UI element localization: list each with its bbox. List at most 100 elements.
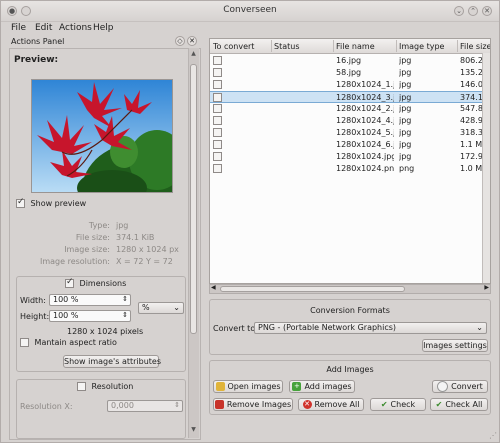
remove-all-icon: ✕: [302, 400, 312, 409]
dimensions-header: Dimensions: [65, 277, 127, 288]
check-button[interactable]: ✔ Check: [370, 398, 426, 411]
minimize-icon[interactable]: ⌄: [454, 6, 464, 16]
menu-actions[interactable]: Actions: [59, 23, 92, 33]
table-row[interactable]: 1280x1024_4.j...jpg428.9 KiB: [210, 115, 490, 127]
row-file-name: 1280x1024_6.j...: [336, 140, 394, 149]
width-label: Width:: [20, 296, 46, 305]
scroll-left-icon[interactable]: ◀: [211, 284, 216, 291]
column-file-name[interactable]: File name: [336, 42, 375, 51]
scroll-right-icon[interactable]: ▶: [484, 284, 489, 291]
table-row[interactable]: 1280x1024_2.j...jpg547.8 KiB: [210, 103, 490, 115]
info-imagesize-label: Image size:: [64, 245, 110, 254]
check-all-button[interactable]: ✔ Check All: [430, 398, 488, 411]
convert-label: Convert: [451, 382, 483, 391]
dimensions-checkbox[interactable]: [65, 277, 74, 288]
dimensions-group: Dimensions Width: 100 % ⇕ % ⌄ Height: 10…: [16, 276, 186, 372]
actions-panel-header: Actions Panel: [11, 37, 65, 46]
remove-all-button[interactable]: ✕ Remove All: [298, 398, 364, 411]
preview-label: Preview:: [14, 55, 59, 65]
pixels-text: 1280 x 1024 pixels: [67, 327, 144, 336]
info-type-value: jpg: [116, 221, 129, 230]
row-convert-checkbox[interactable]: [213, 128, 222, 137]
remove-images-label: Remove Images: [226, 400, 292, 409]
row-image-type: jpg: [399, 116, 412, 125]
row-convert-checkbox[interactable]: [213, 80, 222, 89]
folder-icon: [215, 382, 225, 391]
table-row[interactable]: 58.jpgjpg135.2 KiB: [210, 67, 490, 79]
spin-arrows-icon[interactable]: ⇕: [122, 310, 128, 320]
table-row[interactable]: 1280x1024_5.j...jpg318.3 KiB: [210, 127, 490, 139]
table-scrollbar[interactable]: [482, 53, 490, 283]
scroll-down-icon[interactable]: ▼: [190, 426, 197, 434]
table-row[interactable]: 16.jpgjpg806.2 KiB: [210, 55, 490, 67]
scrollbar-thumb[interactable]: [220, 286, 405, 292]
format-select[interactable]: PNG - (Portable Network Graphics) ⌄: [254, 322, 487, 334]
resolution-header: Resolution: [77, 382, 133, 391]
row-convert-checkbox[interactable]: [213, 56, 222, 65]
aspect-ratio-checkbox[interactable]: [20, 338, 29, 347]
table-row[interactable]: 1280x1024.png png 1.0 MiB: [210, 163, 490, 175]
images-table: To convert Status File name Image type F…: [209, 38, 491, 284]
scrollbar-thumb[interactable]: [190, 64, 197, 334]
add-images-group: Add Images Open images + Add images Conve…: [209, 360, 491, 415]
row-file-name: 1280x1024_1.jpg: [336, 80, 394, 89]
actions-panel-scrollbar[interactable]: ▲ ▼: [188, 48, 199, 438]
resize-grip-icon[interactable]: ⋰: [489, 431, 497, 440]
table-row[interactable]: 1280x1024_1.jpgjpg146.0 KiB: [210, 79, 490, 91]
images-settings-button[interactable]: Images settings: [422, 339, 488, 352]
show-attributes-button[interactable]: Show image's attributes: [63, 355, 161, 368]
row-convert-checkbox[interactable]: [213, 116, 222, 125]
spin-arrows-icon[interactable]: ⇕: [122, 294, 128, 304]
preview-picture: [32, 80, 172, 192]
row-file-name: 1280x1024.jpg: [336, 152, 394, 161]
unit-select[interactable]: % ⌄: [138, 302, 184, 314]
aspect-row: Mantain aspect ratio: [20, 338, 117, 347]
convert-button[interactable]: Convert: [432, 380, 488, 393]
row-convert-checkbox[interactable]: [213, 140, 222, 149]
show-preview-label: Show preview: [30, 199, 87, 208]
menu-edit[interactable]: Edit: [35, 23, 52, 33]
height-spinbox[interactable]: 100 % ⇕: [49, 310, 131, 322]
row-file-name: 1280x1024_2.j...: [336, 104, 394, 113]
add-images-button[interactable]: + Add images: [289, 380, 355, 393]
menu-file[interactable]: File: [11, 23, 26, 33]
row-convert-checkbox[interactable]: [213, 68, 222, 77]
row-convert-checkbox[interactable]: [213, 93, 222, 102]
unit-value: %: [142, 303, 150, 312]
close-icon[interactable]: ✕: [482, 6, 492, 16]
dimensions-label: Dimensions: [79, 279, 127, 288]
table-row[interactable]: 1280x1024.jpgjpg172.9 KiB: [210, 151, 490, 163]
row-image-type: jpg: [399, 140, 412, 149]
resolution-checkbox[interactable]: [77, 382, 86, 391]
show-preview-checkbox[interactable]: [16, 197, 25, 208]
remove-all-label: Remove All: [314, 400, 360, 409]
open-images-button[interactable]: Open images: [213, 380, 283, 393]
row-convert-checkbox[interactable]: [213, 152, 222, 161]
menu-help[interactable]: Help: [93, 23, 114, 33]
column-file-size[interactable]: File size: [460, 42, 490, 51]
spin-arrows-icon[interactable]: ⇕: [174, 400, 180, 410]
resolution-x-spinbox[interactable]: 0,000 ⇕: [107, 400, 183, 412]
table-horizontal-scrollbar[interactable]: ◀ ▶: [209, 284, 491, 294]
panel-close-icon[interactable]: ✕: [187, 36, 197, 46]
column-to-convert[interactable]: To convert: [213, 42, 254, 51]
remove-images-button[interactable]: Remove Images: [213, 398, 293, 411]
row-file-name: 1280x1024_5.j...: [336, 128, 394, 137]
check-icon: ✔: [380, 400, 388, 409]
check-all-label: Check All: [445, 400, 483, 409]
width-spinbox[interactable]: 100 % ⇕: [49, 294, 131, 306]
info-filesize-label: File size:: [75, 233, 110, 242]
row-convert-checkbox[interactable]: [213, 164, 222, 173]
table-row[interactable]: 1280x1024_6.j...jpg1.1 MiB: [210, 139, 490, 151]
panel-float-icon[interactable]: ◇: [175, 36, 185, 46]
table-row[interactable]: 1280x1024_3.j...jpg374.1 KiB: [210, 91, 490, 103]
scroll-up-icon[interactable]: ▲: [190, 50, 197, 58]
title-bar: ● Converseen ⌄ ⌃ ✕: [1, 1, 499, 22]
maximize-icon[interactable]: ⌃: [468, 6, 478, 16]
row-convert-checkbox[interactable]: [213, 104, 222, 113]
height-label: Height:: [20, 312, 50, 321]
column-status[interactable]: Status: [274, 42, 300, 51]
info-imagesize-value: 1280 x 1024 px: [116, 245, 179, 254]
resolution-group: Resolution Resolution X: 0,000 ⇕: [16, 379, 186, 439]
column-image-type[interactable]: Image type: [399, 42, 444, 51]
